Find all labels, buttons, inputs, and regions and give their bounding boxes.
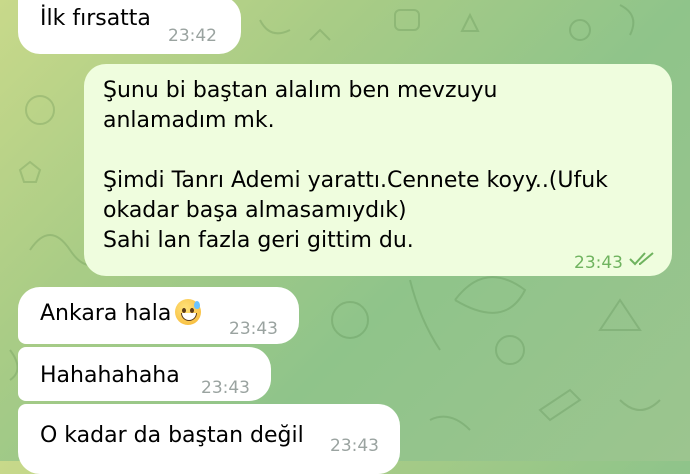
message-text: Hahahahaha (40, 363, 180, 388)
message-bubble-outgoing[interactable]: Şunu bi baştan alalım ben mevzuyu anlama… (84, 64, 672, 276)
message-bubble-incoming[interactable]: O kadar da baştan değil 23:43 (18, 404, 400, 474)
message-timestamp: 23:42 (168, 26, 217, 46)
message-bubble-incoming[interactable]: Ankara hala 23:43 (18, 287, 299, 344)
message-text: O kadar da baştan değil (40, 423, 304, 448)
message-bubble-incoming[interactable]: İlk fırsatta 23:42 (18, 0, 241, 54)
message-timestamp: 23:43 (330, 436, 379, 456)
message-meta: 23:43 (574, 248, 659, 278)
double-check-icon (629, 248, 659, 278)
sweat-smile-emoji-icon (175, 299, 202, 325)
message-text: Ankara hala (40, 301, 172, 326)
message-timestamp: 23:43 (574, 253, 623, 273)
message-timestamp: 23:43 (229, 319, 278, 339)
message-text: İlk fırsatta (40, 6, 151, 31)
message-text: Şunu bi baştan alalım ben mevzuyu anlama… (103, 78, 608, 253)
message-content: Ankara hala (40, 299, 202, 329)
message-bubble-incoming[interactable]: Hahahahaha 23:43 (18, 347, 271, 401)
message-timestamp: 23:43 (201, 378, 250, 398)
